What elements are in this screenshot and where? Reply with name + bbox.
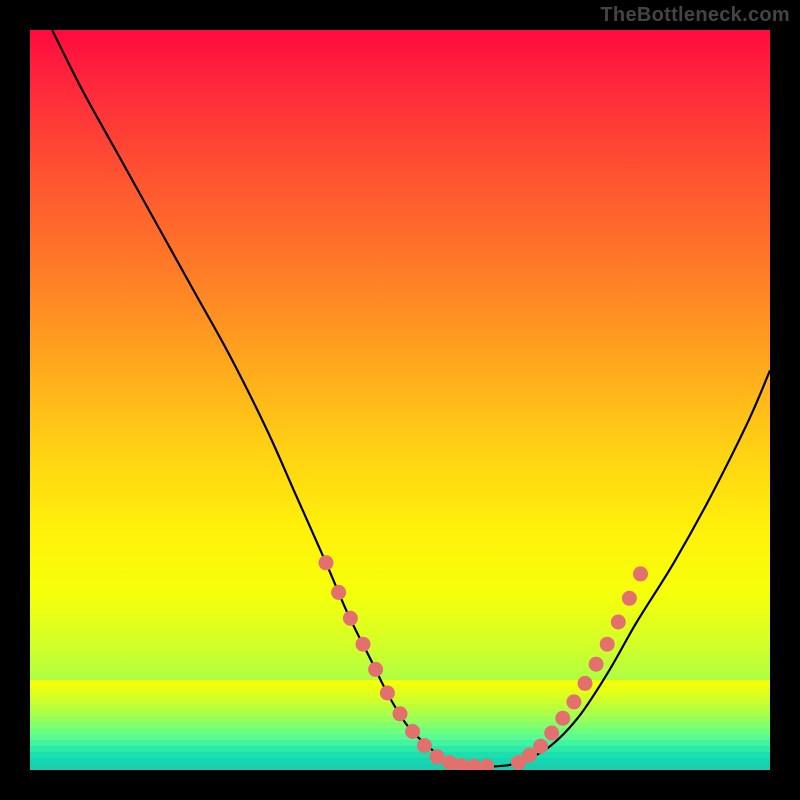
highlight-dot	[611, 615, 626, 630]
highlight-dot	[356, 637, 371, 652]
highlight-dot	[319, 555, 334, 570]
highlight-dot	[393, 706, 408, 721]
highlight-dot	[343, 611, 358, 626]
watermark-text: TheBottleneck.com	[600, 4, 790, 27]
highlight-dots-left	[319, 555, 495, 770]
curve-layer	[30, 30, 770, 770]
highlight-dot	[467, 759, 482, 770]
highlight-dot	[589, 657, 604, 672]
highlight-dot	[633, 566, 648, 581]
highlight-dot	[578, 676, 593, 691]
highlight-dot	[622, 591, 637, 606]
highlight-dot	[417, 738, 432, 753]
highlight-dot	[331, 585, 346, 600]
highlight-dot	[380, 686, 395, 701]
highlight-dot	[544, 726, 559, 741]
highlight-dot	[368, 662, 383, 677]
highlight-dot	[555, 711, 570, 726]
plot-area	[30, 30, 770, 770]
highlight-dots-right	[511, 566, 648, 770]
highlight-dot	[405, 724, 420, 739]
highlight-dot	[600, 637, 615, 652]
highlight-dot	[479, 759, 494, 770]
bottleneck-curve	[52, 30, 770, 767]
highlight-dot	[533, 739, 548, 754]
highlight-dot	[566, 694, 581, 709]
chart-frame: TheBottleneck.com	[0, 0, 800, 800]
